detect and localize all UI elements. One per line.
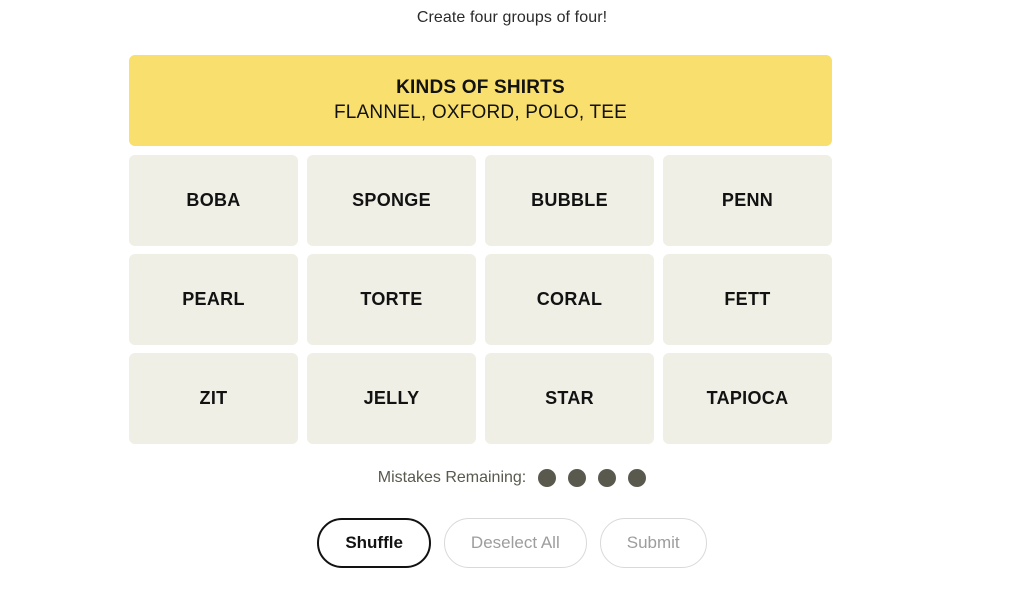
word-tile-coral[interactable]: CORAL [485,254,654,345]
word-tile-tapioca[interactable]: TAPIOCA [663,353,832,444]
control-buttons: Shuffle Deselect All Submit [0,518,1024,568]
instruction-text: Create four groups of four! [416,9,608,26]
word-tile-boba[interactable]: BOBA [129,155,298,246]
shuffle-button[interactable]: Shuffle [317,518,431,568]
word-tile-star[interactable]: STAR [485,353,654,444]
mistake-dot-3 [598,469,617,487]
mistake-dot-1 [538,469,557,487]
word-tile-penn[interactable]: PENN [663,155,832,246]
word-tile-jelly[interactable]: JELLY [307,353,476,444]
solved-group-row: KINDS OF SHIRTS FLANNEL, OXFORD, POLO, T… [129,55,832,146]
solved-group-title: KINDS OF SHIRTS [396,76,565,98]
mistakes-label: Mistakes Remaining: [377,469,527,486]
game-board: KINDS OF SHIRTS FLANNEL, OXFORD, POLO, T… [129,55,832,444]
word-tile-torte[interactable]: TORTE [307,254,476,345]
deselect-all-button[interactable]: Deselect All [443,518,587,568]
mistake-dot-2 [568,469,587,487]
word-tile-pearl[interactable]: PEARL [129,254,298,345]
word-tile-sponge[interactable]: SPONGE [307,155,476,246]
word-tile-fett[interactable]: FETT [663,254,832,345]
connections-game: Create four groups of four! KINDS OF SHI… [0,0,1024,600]
submit-button[interactable]: Submit [599,518,707,568]
word-grid: BOBA SPONGE BUBBLE PENN PEARL TORTE CORA… [129,155,832,444]
word-tile-zit[interactable]: ZIT [129,353,298,444]
solved-group-words: FLANNEL, OXFORD, POLO, TEE [333,101,628,123]
word-tile-bubble[interactable]: BUBBLE [485,155,654,246]
mistake-dots [538,469,647,487]
mistakes-remaining: Mistakes Remaining: [0,468,1024,488]
mistake-dot-4 [628,469,647,487]
